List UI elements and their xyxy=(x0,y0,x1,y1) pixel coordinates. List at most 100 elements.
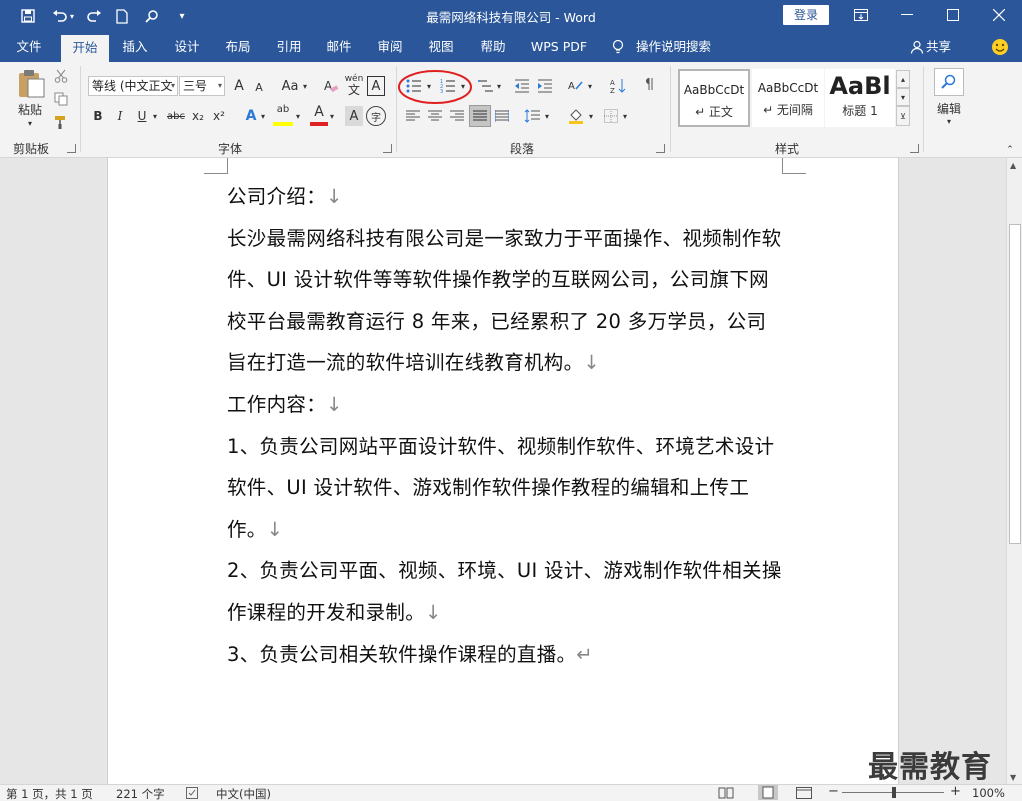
editing-dropdown-icon[interactable]: ▾ xyxy=(942,116,956,126)
tab-layout[interactable]: 布局 xyxy=(218,32,258,62)
shrink-font-button[interactable]: A xyxy=(251,78,267,96)
zoom-slider-thumb[interactable] xyxy=(892,787,896,798)
paste-button[interactable]: 粘贴 xyxy=(12,101,48,117)
minimize-icon[interactable] xyxy=(884,0,930,30)
styles-scroll-up-icon[interactable]: ▴ xyxy=(896,70,910,88)
scrollbar-thumb[interactable] xyxy=(1009,224,1021,544)
bold-button[interactable]: B xyxy=(90,106,106,126)
chevron-down-icon[interactable]: ▾ xyxy=(328,106,336,126)
chevron-down-icon[interactable]: ▾ xyxy=(585,76,595,96)
language-indicator[interactable]: 中文(中国) xyxy=(216,786,271,801)
character-shading-button[interactable]: A xyxy=(345,106,363,126)
sort-icon[interactable]: AZ xyxy=(608,76,628,96)
style-normal[interactable]: AaBbCcDt ↵ 正文 xyxy=(678,69,750,127)
tab-mailings[interactable]: 邮件 xyxy=(319,32,359,62)
vertical-scrollbar[interactable]: ▲ ▼ xyxy=(1006,158,1022,784)
chevron-down-icon[interactable]: ▾ xyxy=(494,76,504,96)
document-body[interactable]: 公司介绍：↓ 长沙最需网络科技有限公司是一家致力于平面操作、视频制作软件、UI … xyxy=(227,176,783,675)
collapse-ribbon-icon[interactable]: ⌃ xyxy=(1004,144,1016,156)
highlight-button[interactable]: ab xyxy=(273,104,293,126)
find-icon[interactable] xyxy=(934,68,964,96)
tab-wps-pdf[interactable]: WPS PDF xyxy=(526,32,592,62)
chevron-down-icon[interactable]: ▾ xyxy=(300,76,310,96)
share-button[interactable]: 共享 xyxy=(926,32,956,62)
tab-references[interactable]: 引用 xyxy=(269,32,309,62)
styles-scroll-down-icon[interactable]: ▾ xyxy=(896,88,910,106)
enclose-characters-button[interactable]: 字 xyxy=(366,106,386,126)
show-formatting-marks-icon[interactable] xyxy=(640,74,660,94)
close-icon[interactable] xyxy=(976,0,1022,30)
align-left-icon[interactable] xyxy=(404,106,422,126)
increase-indent-icon[interactable] xyxy=(535,76,555,96)
undo-dropdown-icon[interactable]: ▾ xyxy=(66,4,78,28)
shading-bucket-icon[interactable] xyxy=(566,106,586,126)
zoom-in-icon[interactable]: + xyxy=(950,784,961,799)
paste-dropdown-icon[interactable]: ▾ xyxy=(24,118,36,128)
font-color-button[interactable]: A xyxy=(310,104,328,126)
scroll-down-icon[interactable]: ▼ xyxy=(1010,773,1016,782)
search-icon[interactable] xyxy=(140,4,164,28)
tab-review[interactable]: 审阅 xyxy=(370,32,410,62)
tab-file[interactable]: 文件 xyxy=(6,32,52,62)
customize-toolbar-icon[interactable]: ▾ xyxy=(170,4,194,28)
tab-insert[interactable]: 插入 xyxy=(115,32,155,62)
strikethrough-button[interactable]: abc xyxy=(164,106,188,126)
style-heading-1[interactable]: AaBl 标题 1 xyxy=(825,69,895,127)
styles-more-icon[interactable]: ⊻ xyxy=(896,106,910,126)
clear-formatting-icon[interactable]: A xyxy=(322,76,340,96)
decrease-indent-icon[interactable] xyxy=(512,76,532,96)
tab-home[interactable]: 开始 xyxy=(61,35,109,62)
character-border-button[interactable]: A xyxy=(367,76,385,96)
document-page[interactable]: 公司介绍：↓ 长沙最需网络科技有限公司是一家致力于平面操作、视频制作软件、UI … xyxy=(107,158,899,784)
chevron-down-icon[interactable]: ▾ xyxy=(620,106,630,126)
underline-button[interactable]: U xyxy=(134,106,150,126)
copy-icon[interactable] xyxy=(52,90,70,108)
distributed-icon[interactable] xyxy=(492,106,512,126)
tab-design[interactable]: 设计 xyxy=(167,32,207,62)
line-spacing-icon[interactable] xyxy=(522,106,542,126)
font-size-combo[interactable]: 三号 ▾ xyxy=(179,76,225,96)
paragraph-launcher-icon[interactable] xyxy=(656,144,665,153)
smiley-icon[interactable] xyxy=(988,32,1012,62)
chevron-down-icon[interactable]: ▾ xyxy=(151,106,159,126)
font-launcher-icon[interactable] xyxy=(383,144,392,153)
borders-icon[interactable] xyxy=(601,106,621,126)
align-right-icon[interactable] xyxy=(448,106,466,126)
multilevel-list-icon[interactable] xyxy=(476,76,496,96)
tab-view[interactable]: 视图 xyxy=(421,32,461,62)
editing-button[interactable]: 编辑 xyxy=(930,100,968,116)
chevron-down-icon[interactable]: ▾ xyxy=(586,106,596,126)
user-icon[interactable] xyxy=(908,32,926,62)
paste-icon[interactable] xyxy=(14,68,48,100)
page-count[interactable]: 第 1 页，共 1 页 xyxy=(6,786,93,801)
zoom-out-icon[interactable]: − xyxy=(828,784,839,799)
styles-launcher-icon[interactable] xyxy=(910,144,919,153)
asian-layout-icon[interactable]: A xyxy=(566,76,586,96)
text-effects-button[interactable]: A xyxy=(243,106,259,126)
chevron-down-icon[interactable]: ▾ xyxy=(294,106,302,126)
word-count[interactable]: 221 个字 xyxy=(116,786,165,801)
superscript-button[interactable]: x² xyxy=(211,106,227,126)
justify-icon[interactable] xyxy=(469,105,491,127)
scroll-up-icon[interactable]: ▲ xyxy=(1010,161,1016,170)
login-button[interactable]: 登录 xyxy=(783,5,829,25)
web-layout-icon[interactable] xyxy=(796,787,812,801)
tell-me-search[interactable]: 操作说明搜索 xyxy=(636,32,716,62)
change-case-button[interactable]: Aa xyxy=(279,76,301,96)
font-name-combo[interactable]: 等线 (中文正文 ▾ xyxy=(88,76,178,96)
save-icon[interactable] xyxy=(16,4,40,28)
grow-font-button[interactable]: A xyxy=(230,76,248,96)
tab-help[interactable]: 帮助 xyxy=(473,32,513,62)
phonetic-guide-button[interactable]: wén 文 xyxy=(344,74,364,96)
subscript-button[interactable]: x₂ xyxy=(190,106,206,126)
cut-icon[interactable] xyxy=(52,67,70,85)
read-mode-icon[interactable] xyxy=(718,787,734,801)
chevron-down-icon[interactable]: ▾ xyxy=(259,106,267,126)
italic-button[interactable]: I xyxy=(112,106,128,126)
maximize-icon[interactable] xyxy=(930,0,976,30)
ribbon-display-options-icon[interactable] xyxy=(838,0,884,30)
clipboard-launcher-icon[interactable] xyxy=(67,144,76,153)
align-center-icon[interactable] xyxy=(426,106,444,126)
zoom-level[interactable]: 100% xyxy=(972,786,1005,800)
style-no-spacing[interactable]: AaBbCcDt ↵ 无间隔 xyxy=(752,69,824,127)
